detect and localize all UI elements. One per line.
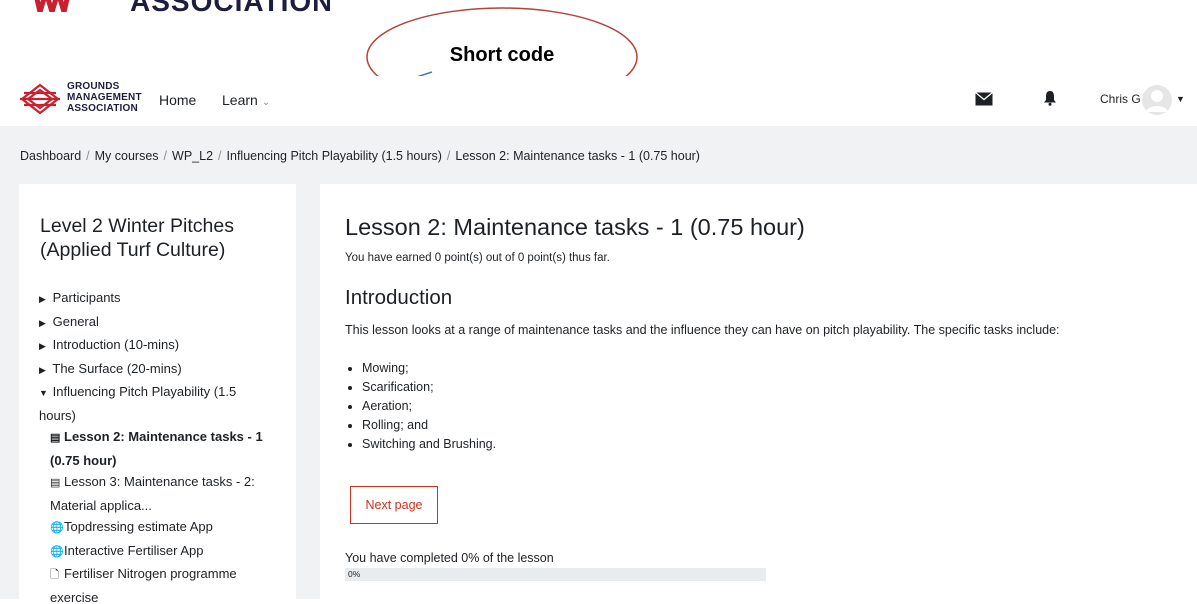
list-item: Switching and Brushing. [362, 435, 496, 454]
gma-logo-icon [20, 83, 60, 115]
lesson-description: This lesson looks at a range of maintena… [345, 323, 1060, 337]
points-earned-text: You have earned 0 point(s) out of 0 poin… [345, 252, 610, 264]
envelope-icon[interactable] [975, 92, 993, 106]
nav-learn-menu[interactable]: Learn ⌄ [222, 92, 270, 108]
top-logo-cropped: ASSOCIATION [0, 0, 330, 16]
list-item: Mowing; [362, 359, 496, 378]
page-content: Dashboard / My courses / WP_L2 / Influencing P… [0, 126, 1197, 604]
triangle-right-icon: ▶ [39, 294, 46, 304]
lesson-completion-text: You have completed 0% of the lesson [345, 551, 554, 565]
top-navbar: GROUNDS MANAGEMENT ASSOCIATION Home Lear… [0, 76, 1197, 126]
course-index-item-participants[interactable]: ▶ Participants [19, 287, 296, 311]
caret-down-icon[interactable]: ▼ [1176, 94, 1185, 104]
section-heading: Introduction [345, 286, 453, 309]
course-index-nitrogen-exercise[interactable]: 🗋 Fertiliser Nitrogen programme exercise [19, 563, 296, 604]
course-title[interactable]: Level 2 Winter Pitches (Applied Turf Cul… [40, 214, 280, 262]
breadcrumb-current-lesson[interactable]: Lesson 2: Maintenance tasks - 1 (0.75 ho… [455, 149, 700, 163]
assignment-icon: 🗋 [50, 569, 59, 581]
course-index-menu: ▶ Participants ▶ General ▶ Introduction … [19, 287, 296, 604]
annotation-label: Short code [449, 44, 555, 66]
breadcrumb-section[interactable]: Influencing Pitch Playability (1.5 hours… [227, 149, 442, 163]
course-index-item-general[interactable]: ▶ General [19, 311, 296, 335]
avatar[interactable] [1142, 85, 1172, 115]
course-index-topdressing-app[interactable]: 🌐Topdressing estimate App [19, 516, 296, 540]
breadcrumb-separator: / [218, 149, 222, 163]
course-index-item-introduction[interactable]: ▶ Introduction (10-mins) [19, 334, 296, 358]
breadcrumb: Dashboard / My courses / WP_L2 / Influencing P… [20, 149, 700, 163]
breadcrumb-separator: / [446, 149, 451, 163]
triangle-down-icon: ▼ [39, 388, 48, 398]
bell-icon[interactable] [1043, 90, 1057, 106]
gma-logo-mark-icon [34, 0, 70, 12]
user-silhouette-icon [1146, 90, 1168, 112]
list-item: Scarification; [362, 378, 496, 397]
breadcrumb-course[interactable]: WP_L2 [172, 149, 213, 163]
globe-icon: 🌐 [50, 522, 64, 534]
next-page-button[interactable]: Next page [350, 486, 438, 524]
lesson-icon: ▤ [50, 432, 61, 444]
course-index-lesson-2[interactable]: ▤ Lesson 2: Maintenance tasks - 1 (0.75 h… [19, 426, 296, 471]
breadcrumb-dashboard[interactable]: Dashboard [20, 149, 81, 163]
top-logo-word: ASSOCIATION [130, 0, 330, 16]
task-list: Mowing; Scarification; Aeration; Rolling… [345, 359, 496, 454]
site-brand-logo[interactable]: GROUNDS MANAGEMENT ASSOCIATION [20, 79, 142, 121]
lesson-main-content: Lesson 2: Maintenance tasks - 1 (0.75 ho… [320, 184, 1197, 604]
brand-text: GROUNDS MANAGEMENT ASSOCIATION [67, 81, 142, 114]
lesson-progress-bar: 0% [345, 568, 766, 581]
course-index-lesson-3[interactable]: ▤ Lesson 3: Maintenance tasks - 2: Materi… [19, 471, 296, 516]
triangle-right-icon: ▶ [39, 317, 46, 328]
breadcrumb-my-courses[interactable]: My courses [95, 149, 159, 163]
triangle-right-icon: ▶ [39, 364, 46, 375]
breadcrumb-separator: / [163, 149, 168, 163]
globe-icon: 🌐 [50, 545, 64, 558]
chevron-down-icon: ⌄ [261, 97, 271, 108]
course-index-item-influencing[interactable]: ▼ Influencing Pitch Playability (1.5 hou… [19, 381, 296, 426]
course-index-item-surface[interactable]: ▶ The Surface (20-mins) [19, 358, 296, 382]
course-index-drawer: Level 2 Winter Pitches (Applied Turf Cul… [19, 184, 296, 604]
lesson-icon: ▤ [50, 477, 61, 489]
nav-home-link[interactable]: Home [159, 92, 196, 108]
breadcrumb-separator: / [86, 149, 90, 163]
triangle-right-icon: ▶ [39, 341, 46, 351]
progress-label: 0% [348, 569, 361, 579]
course-index-fertiliser-app[interactable]: 🌐Interactive Fertiliser App [19, 540, 296, 564]
list-item: Aeration; [362, 397, 496, 416]
page-title: Lesson 2: Maintenance tasks - 1 (0.75 ho… [345, 214, 805, 240]
list-item: Rolling; and [362, 416, 496, 435]
user-name[interactable]: Chris G [1100, 92, 1141, 106]
